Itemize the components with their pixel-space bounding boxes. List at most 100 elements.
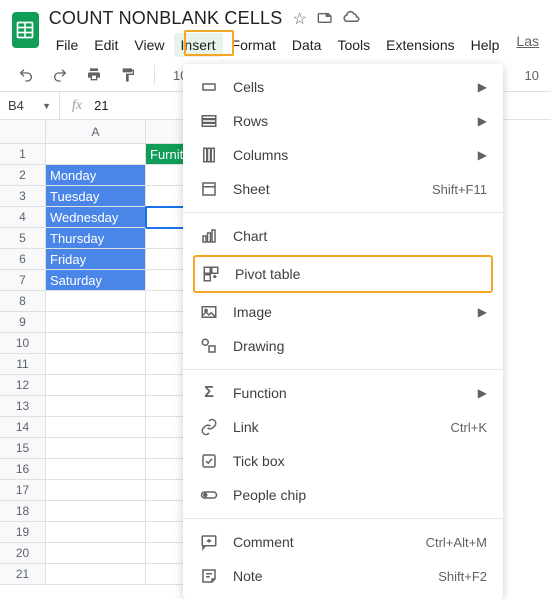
note-icon xyxy=(199,566,219,586)
menu-file[interactable]: File xyxy=(49,33,86,57)
row-header[interactable]: 4 xyxy=(0,207,46,228)
menu-label: Image xyxy=(233,304,464,320)
cell[interactable] xyxy=(46,522,146,543)
move-icon[interactable] xyxy=(317,9,333,29)
menu-tools[interactable]: Tools xyxy=(330,33,377,57)
menu-label: Comment xyxy=(233,534,412,550)
row-header[interactable]: 19 xyxy=(0,522,46,543)
row-header[interactable]: 2 xyxy=(0,165,46,186)
menu-label: Pivot table xyxy=(235,266,485,282)
cell[interactable]: Friday xyxy=(46,249,146,270)
formula-value[interactable]: 21 xyxy=(94,98,108,113)
cloud-icon[interactable] xyxy=(343,9,361,29)
menu-format[interactable]: Format xyxy=(225,33,283,57)
doc-title[interactable]: COUNT NONBLANK CELLS xyxy=(49,8,283,29)
people-chip-icon xyxy=(199,485,219,505)
menu-cells[interactable]: Cells ▶ xyxy=(183,70,503,104)
col-header-A[interactable]: A xyxy=(46,120,146,144)
rows-icon xyxy=(199,111,219,131)
menu-tickbox[interactable]: Tick box xyxy=(183,444,503,478)
link-icon xyxy=(199,417,219,437)
menu-data[interactable]: Data xyxy=(285,33,329,57)
font-size[interactable]: 10 xyxy=(525,68,539,83)
cell[interactable]: Monday xyxy=(46,165,146,186)
select-all-corner[interactable] xyxy=(0,120,46,144)
cell[interactable] xyxy=(46,144,146,165)
row-header[interactable]: 11 xyxy=(0,354,46,375)
star-icon[interactable]: ☆ xyxy=(292,9,306,29)
chart-icon xyxy=(199,226,219,246)
cell[interactable]: Tuesday xyxy=(46,186,146,207)
row-header[interactable]: 3 xyxy=(0,186,46,207)
row-header[interactable]: 12 xyxy=(0,375,46,396)
last-edit-link[interactable]: Las xyxy=(516,33,539,57)
row-header[interactable]: 5 xyxy=(0,228,46,249)
row-header[interactable]: 20 xyxy=(0,543,46,564)
print-icon[interactable] xyxy=(86,67,102,83)
menu-comment[interactable]: Comment Ctrl+Alt+M xyxy=(183,525,503,559)
cell[interactable] xyxy=(46,564,146,585)
menu-help[interactable]: Help xyxy=(464,33,507,57)
row-header[interactable]: 14 xyxy=(0,417,46,438)
menu-edit[interactable]: Edit xyxy=(87,33,125,57)
menu-extensions[interactable]: Extensions xyxy=(379,33,461,57)
cell[interactable]: Saturday xyxy=(46,270,146,291)
row-header[interactable]: 13 xyxy=(0,396,46,417)
menu-columns[interactable]: Columns ▶ xyxy=(183,138,503,172)
undo-icon[interactable] xyxy=(18,67,34,83)
row-header[interactable]: 10 xyxy=(0,333,46,354)
menu-label: Cells xyxy=(233,79,464,95)
redo-icon[interactable] xyxy=(52,67,68,83)
row-header[interactable]: 7 xyxy=(0,270,46,291)
cell[interactable] xyxy=(46,375,146,396)
menu-divider xyxy=(183,212,503,213)
row-header[interactable]: 17 xyxy=(0,480,46,501)
name-box[interactable]: B4 ▼ xyxy=(0,92,60,119)
drawing-icon xyxy=(199,336,219,356)
row-header[interactable]: 16 xyxy=(0,459,46,480)
menu-insert[interactable]: Insert xyxy=(174,33,223,57)
row-header[interactable]: 15 xyxy=(0,438,46,459)
menu-people-chip[interactable]: People chip xyxy=(183,478,503,512)
row-header[interactable]: 18 xyxy=(0,501,46,522)
menu-shortcut: Shift+F11 xyxy=(432,182,487,197)
row-header[interactable]: 8 xyxy=(0,291,46,312)
chevron-right-icon: ▶ xyxy=(478,148,487,162)
menu-chart[interactable]: Chart xyxy=(183,219,503,253)
menu-sheet[interactable]: Sheet Shift+F11 xyxy=(183,172,503,206)
menu-rows[interactable]: Rows ▶ xyxy=(183,104,503,138)
row-header[interactable]: 6 xyxy=(0,249,46,270)
chevron-right-icon: ▶ xyxy=(478,80,487,94)
row-header[interactable]: 21 xyxy=(0,564,46,585)
cell[interactable] xyxy=(46,459,146,480)
row-header[interactable]: 1 xyxy=(0,144,46,165)
row-header[interactable]: 9 xyxy=(0,312,46,333)
menu-label: People chip xyxy=(233,487,487,503)
cell[interactable] xyxy=(46,312,146,333)
menu-divider xyxy=(183,369,503,370)
columns-icon xyxy=(199,145,219,165)
cell[interactable] xyxy=(46,480,146,501)
cell[interactable] xyxy=(46,543,146,564)
cell[interactable] xyxy=(46,438,146,459)
cell[interactable] xyxy=(46,354,146,375)
cell[interactable] xyxy=(46,417,146,438)
menu-pivot-table[interactable]: Pivot table xyxy=(195,257,491,291)
cell[interactable] xyxy=(46,501,146,522)
cell[interactable]: Wednesday xyxy=(46,207,146,228)
cell[interactable] xyxy=(46,396,146,417)
menu-note[interactable]: Note Shift+F2 xyxy=(183,559,503,593)
paint-format-icon[interactable] xyxy=(120,67,136,83)
menu-drawing[interactable]: Drawing xyxy=(183,329,503,363)
cell[interactable]: Thursday xyxy=(46,228,146,249)
sheets-logo[interactable] xyxy=(12,12,39,48)
menu-link[interactable]: Link Ctrl+K xyxy=(183,410,503,444)
menu-function[interactable]: Σ Function ▶ xyxy=(183,376,503,410)
menu-image[interactable]: Image ▶ xyxy=(183,295,503,329)
menu-label: Rows xyxy=(233,113,464,129)
sheet-icon xyxy=(199,179,219,199)
chevron-right-icon: ▶ xyxy=(478,114,487,128)
menu-view[interactable]: View xyxy=(127,33,171,57)
cell[interactable] xyxy=(46,333,146,354)
cell[interactable] xyxy=(46,291,146,312)
